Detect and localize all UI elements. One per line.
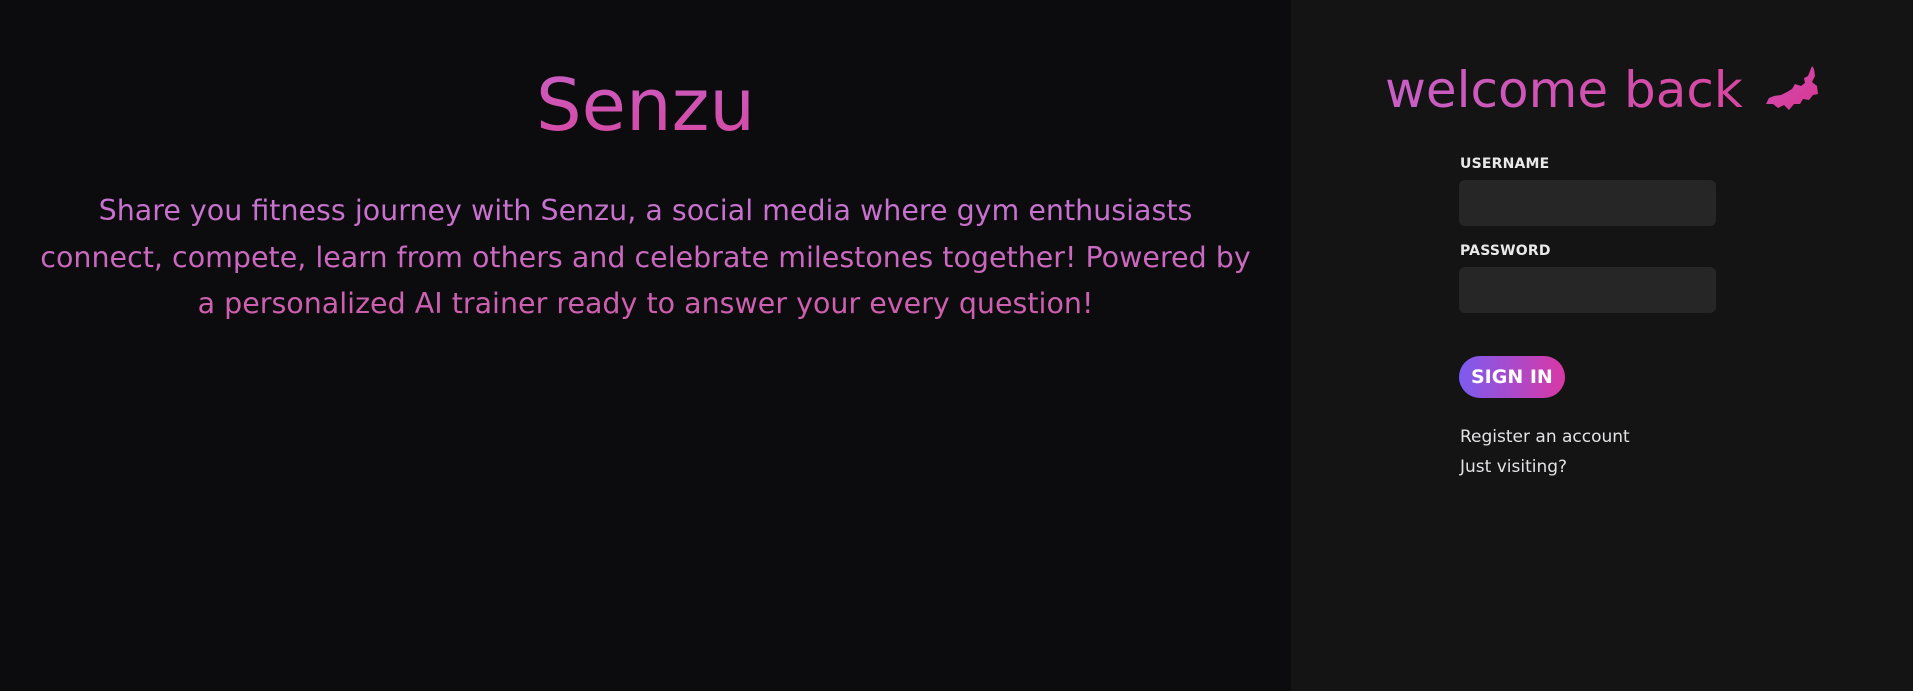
just-visiting-link[interactable]: Just visiting?: [1460, 452, 1716, 482]
sign-in-button[interactable]: SIGN IN: [1459, 356, 1565, 398]
bat-icon: [1765, 64, 1819, 116]
hero-description: Share you fitness journey with Senzu, a …: [40, 188, 1251, 328]
welcome-text: welcome back: [1385, 58, 1743, 122]
username-label: USERNAME: [1460, 156, 1550, 172]
brand-title: Senzu: [0, 60, 1291, 150]
welcome-heading: welcome back: [1385, 58, 1819, 122]
password-input[interactable]: [1459, 267, 1716, 313]
hero-section: Senzu Share you fitness journey with Sen…: [0, 0, 1291, 691]
login-form: USERNAME PASSWORD SIGN IN Register an ac…: [1459, 154, 1716, 482]
password-group: PASSWORD: [1459, 241, 1716, 313]
password-label: PASSWORD: [1460, 243, 1551, 259]
login-panel: welcome back USERNAME PASSWORD SIGN IN R…: [1291, 0, 1913, 691]
register-account-link[interactable]: Register an account: [1460, 422, 1716, 452]
page: Senzu Share you fitness journey with Sen…: [0, 0, 1913, 691]
username-input[interactable]: [1459, 180, 1716, 226]
auth-links: Register an account Just visiting?: [1459, 422, 1716, 482]
username-group: USERNAME: [1459, 154, 1716, 226]
